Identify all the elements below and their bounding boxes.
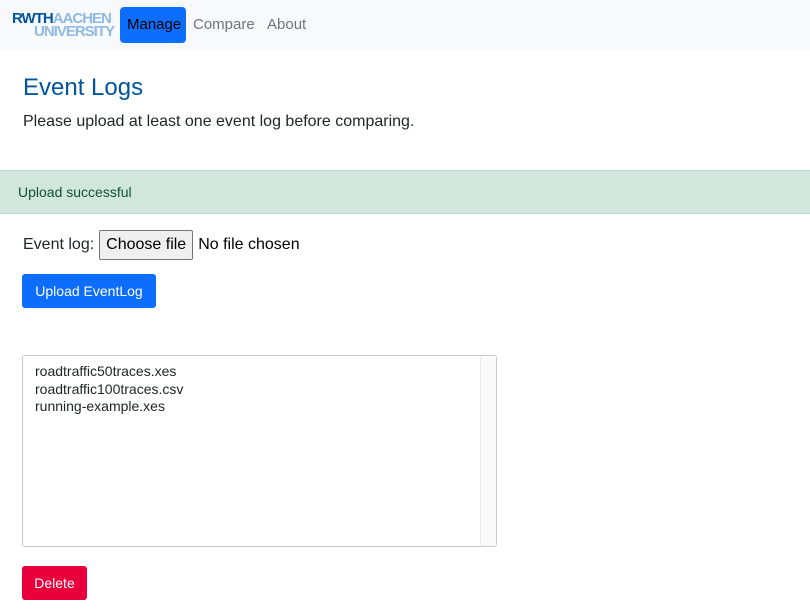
choose-file-button[interactable]: Choose file <box>99 230 194 260</box>
event-log-label: Event log: <box>23 236 95 253</box>
upload-success-alert: Upload successful <box>0 170 810 214</box>
list-item[interactable]: roadtraffic50traces.xes <box>35 363 183 381</box>
page-title: Event Logs <box>23 74 144 101</box>
file-input-row: Event log: Choose file No file chosen <box>23 230 300 260</box>
nav-compare-link[interactable]: Compare <box>186 7 262 43</box>
list-item[interactable]: roadtraffic100traces.csv <box>35 381 183 399</box>
logo-university-text: UNIVERSITY <box>34 23 115 40</box>
page-subtitle: Please upload at least one event log bef… <box>23 113 415 130</box>
nav-about-link[interactable]: About <box>260 7 313 43</box>
file-status-text: No file chosen <box>198 236 300 253</box>
rwth-logo[interactable]: RWTHAACHEN UNIVERSITY <box>12 11 115 39</box>
nav-manage-link[interactable]: Manage <box>120 7 186 43</box>
list-item[interactable]: running-example.xes <box>35 398 183 416</box>
upload-eventlog-button[interactable]: Upload EventLog <box>22 274 156 308</box>
event-log-listbox[interactable]: roadtraffic50traces.xes roadtraffic100tr… <box>22 355 497 547</box>
navbar: RWTHAACHEN UNIVERSITY Manage Compare Abo… <box>0 0 810 50</box>
delete-button[interactable]: Delete <box>22 566 87 600</box>
event-log-list: roadtraffic50traces.xes roadtraffic100tr… <box>35 363 183 416</box>
listbox-scrollbar[interactable] <box>480 356 496 546</box>
